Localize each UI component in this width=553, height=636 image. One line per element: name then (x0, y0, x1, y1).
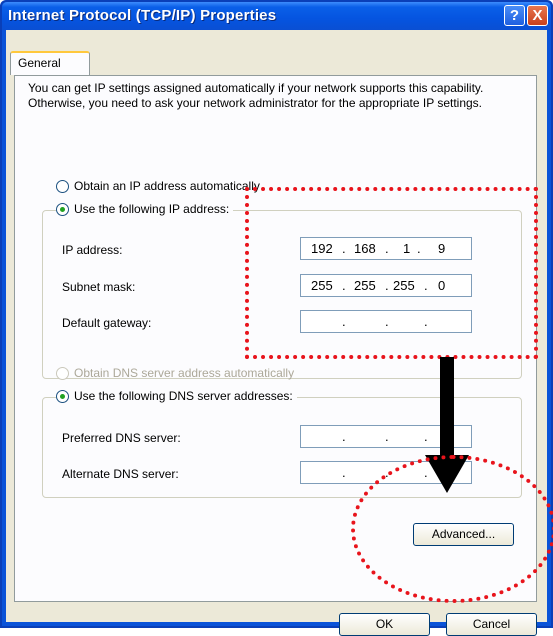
radio-circle-icon (56, 366, 69, 380)
obtain-dns-auto-radio[interactable]: Obtain DNS server address automatically (56, 366, 294, 380)
ip-address-label: IP address: (62, 243, 123, 257)
intro-text: You can get IP settings assigned automat… (28, 81, 484, 110)
use-dns-manual-label: Use the following DNS server addresses: (74, 389, 293, 403)
window-title: Internet Protocol (TCP/IP) Properties (8, 7, 277, 24)
cancel-button[interactable]: Cancel (446, 613, 537, 636)
obtain-dns-auto-label: Obtain DNS server address automatically (74, 366, 295, 380)
tab-general[interactable]: General (10, 51, 90, 75)
ok-button[interactable]: OK (339, 613, 430, 636)
radio-selected-icon (56, 389, 69, 403)
subnet-mask-label: Subnet mask: (62, 280, 136, 294)
use-dns-manual-radio[interactable]: Use the following DNS server addresses: (56, 389, 297, 403)
help-button[interactable]: ? (504, 5, 525, 26)
radio-selected-icon (56, 202, 69, 216)
obtain-ip-auto-radio[interactable]: Obtain an IP address automatically (56, 179, 260, 193)
radio-circle-icon (56, 179, 69, 193)
preferred-dns-label: Preferred DNS server: (62, 431, 181, 445)
default-gateway-label: Default gateway: (62, 316, 152, 330)
alternate-dns-label: Alternate DNS server: (62, 467, 179, 481)
ip-settings-highlight-box (245, 187, 538, 359)
tab-general-label: General (18, 56, 61, 70)
obtain-ip-auto-label: Obtain an IP address automatically (74, 179, 260, 193)
use-ip-manual-radio[interactable]: Use the following IP address: (56, 202, 234, 216)
advanced-button-highlight-ellipse (351, 455, 553, 603)
close-button[interactable]: X (527, 5, 548, 26)
arrow-down-icon (440, 357, 454, 457)
use-ip-manual-label: Use the following IP address: (74, 202, 230, 216)
title-bar[interactable]: Internet Protocol (TCP/IP) Properties ? … (2, 2, 551, 30)
